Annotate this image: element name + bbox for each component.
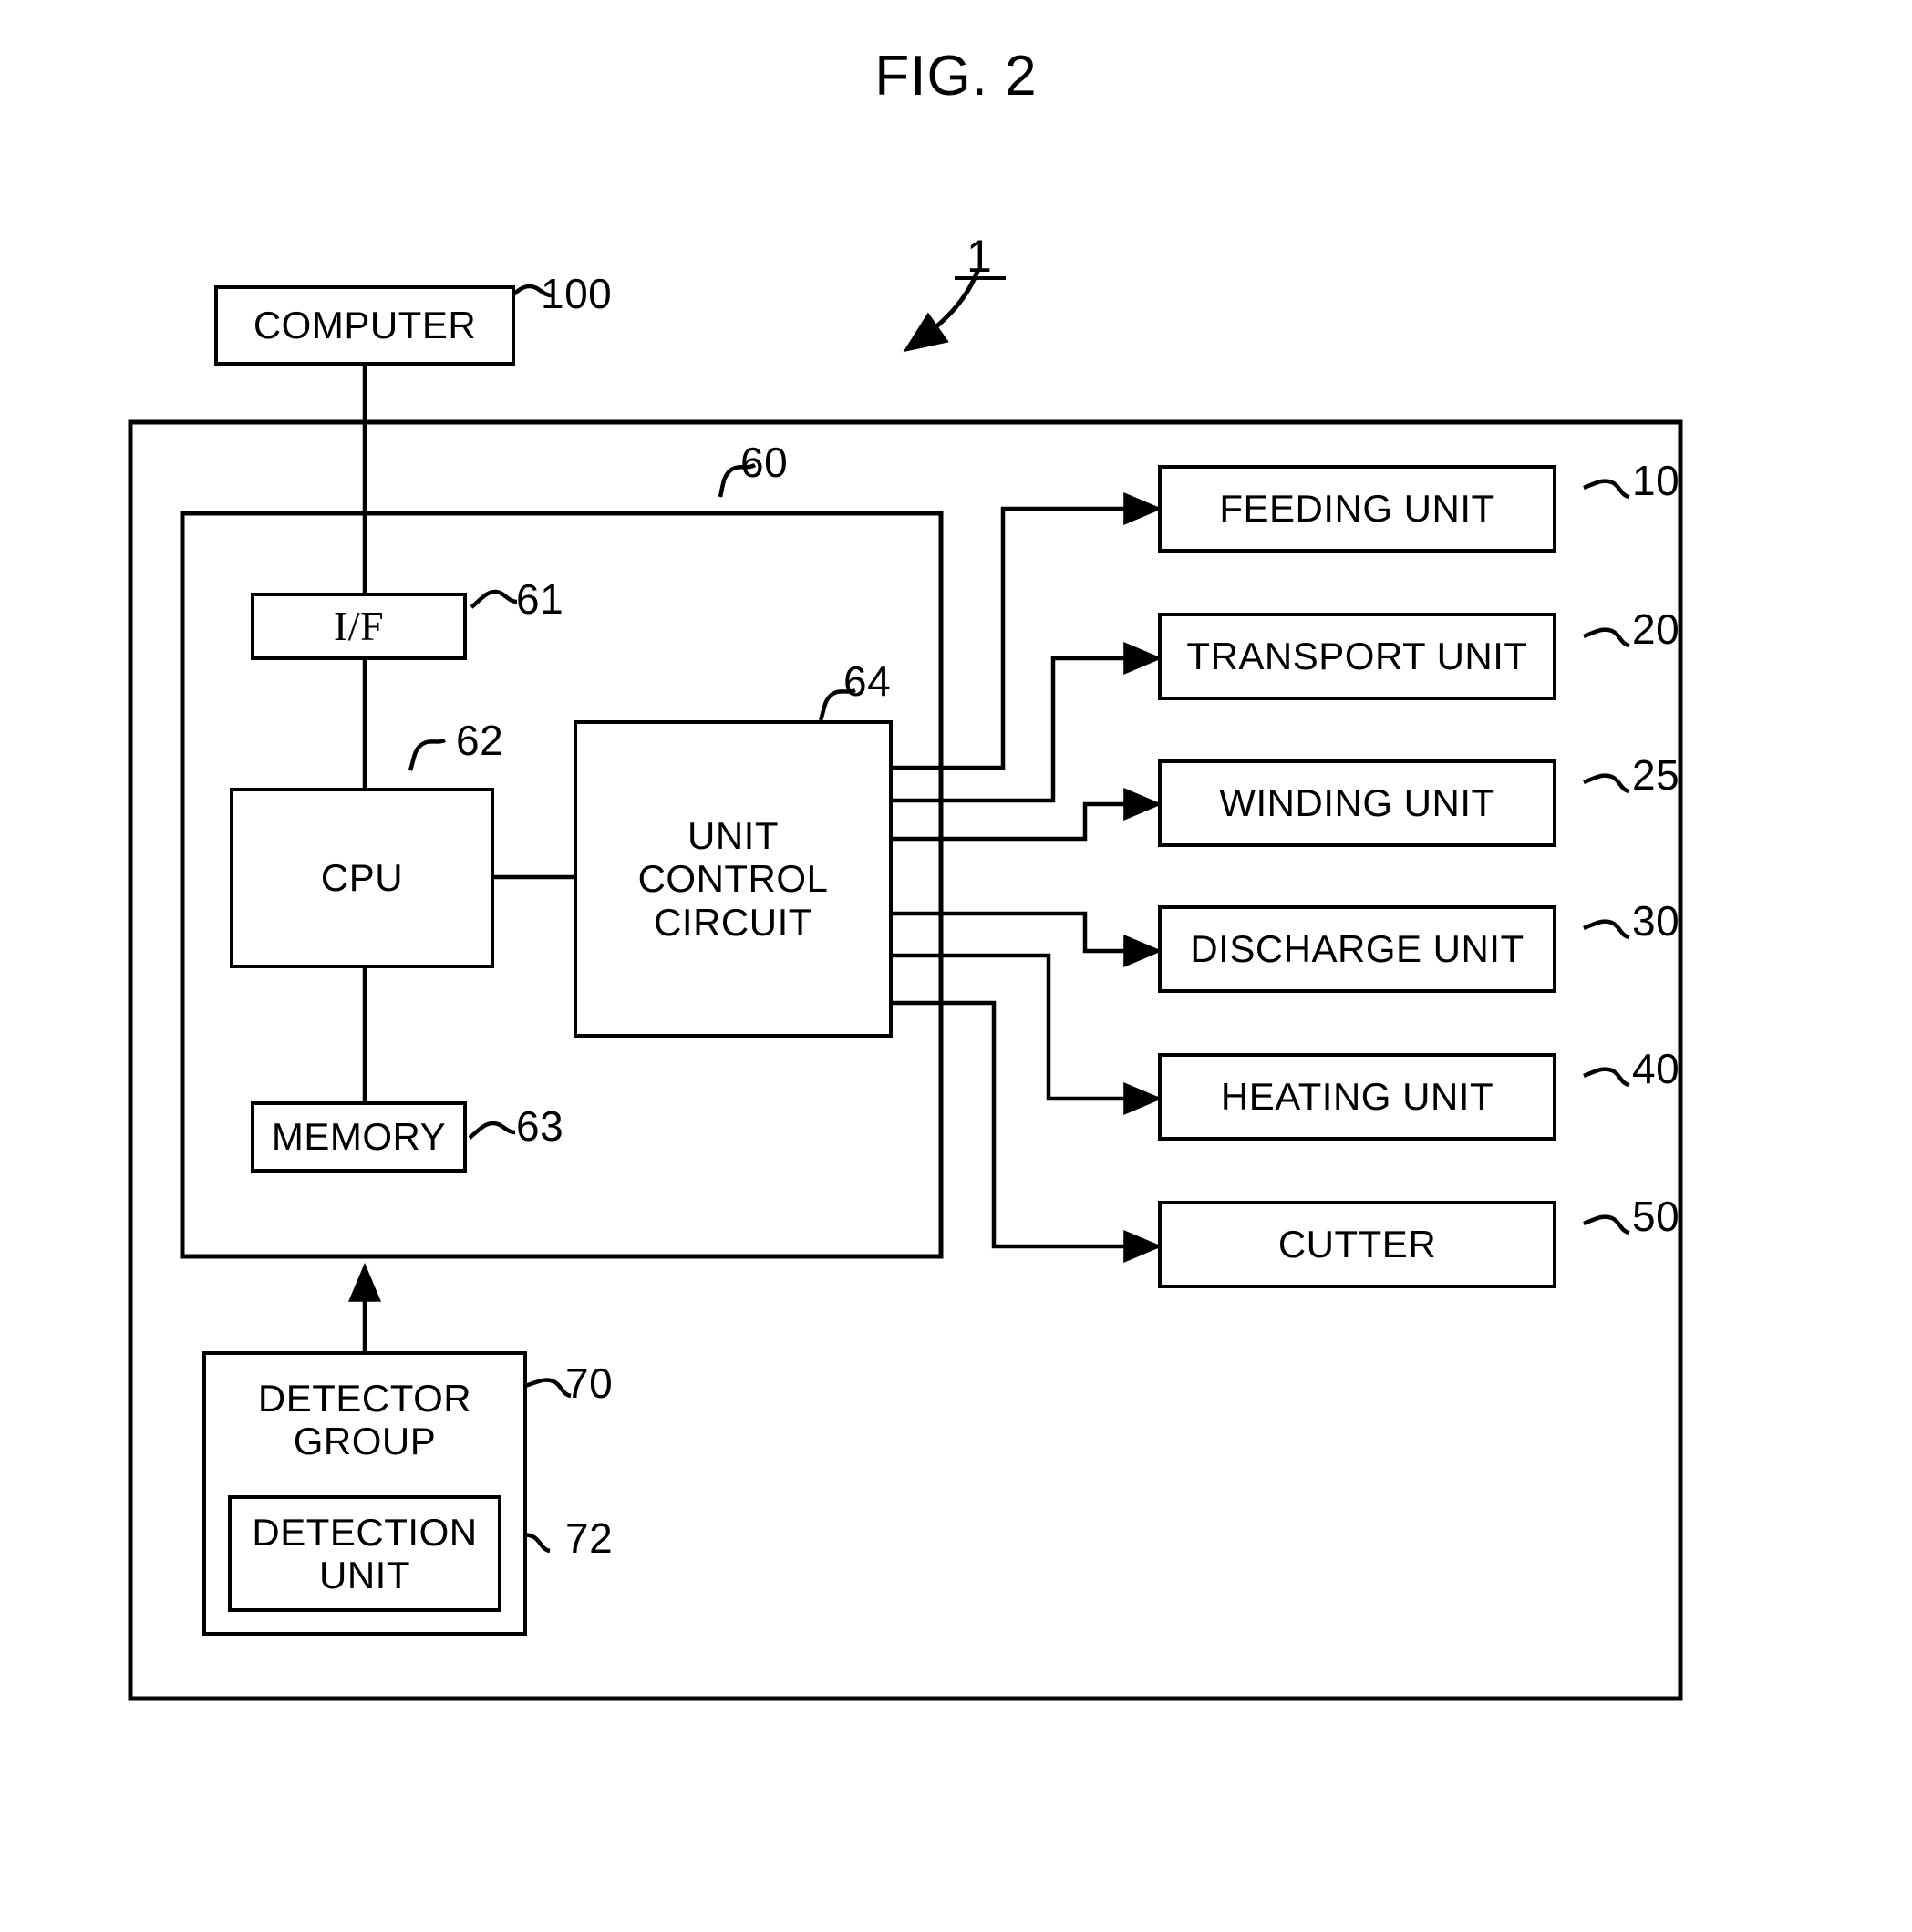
block-interface-label: I/F [333, 603, 385, 650]
ref-interface: 61 [516, 575, 564, 623]
ref-computer: 100 [541, 270, 613, 317]
ref-memory: 63 [516, 1102, 564, 1150]
unit-ref-5: 50 [1632, 1193, 1680, 1240]
block-unit-control-circuit-label: UNIT CONTROL CIRCUIT [637, 814, 829, 944]
unit-box-0: FEEDING UNIT [1158, 465, 1556, 553]
unit-label-5: CUTTER [1277, 1223, 1437, 1266]
unit-label-4: HEATING UNIT [1220, 1075, 1494, 1119]
unit-box-5: CUTTER [1158, 1201, 1556, 1288]
block-memory-label: MEMORY [271, 1115, 447, 1159]
ref-controller: 60 [740, 439, 789, 486]
block-detector-group-label: DETECTOR GROUP [257, 1377, 472, 1463]
ref-system: 1 [966, 231, 992, 282]
unit-ref-4: 40 [1632, 1045, 1680, 1092]
unit-ref-3: 30 [1632, 897, 1680, 945]
ref-cpu: 62 [456, 717, 504, 764]
unit-label-2: WINDING UNIT [1219, 781, 1495, 825]
unit-box-1: TRANSPORT UNIT [1158, 613, 1556, 700]
unit-box-4: HEATING UNIT [1158, 1053, 1556, 1141]
block-computer-label: COMPUTER [253, 304, 477, 347]
unit-ref-2: 25 [1632, 751, 1680, 799]
unit-box-3: DISCHARGE UNIT [1158, 905, 1556, 993]
block-detection-unit: DETECTION UNIT [228, 1495, 501, 1612]
block-unit-control-circuit: UNIT CONTROL CIRCUIT [574, 720, 893, 1038]
unit-label-1: TRANSPORT UNIT [1186, 635, 1528, 678]
unit-ref-0: 10 [1632, 457, 1680, 504]
unit-label-3: DISCHARGE UNIT [1190, 927, 1524, 971]
ref-detection-unit: 72 [565, 1514, 614, 1562]
block-cpu: CPU [230, 788, 494, 968]
block-memory: MEMORY [251, 1101, 467, 1173]
ref-detector-group: 70 [565, 1359, 614, 1407]
block-interface: I/F [251, 593, 467, 660]
block-computer: COMPUTER [214, 285, 515, 366]
block-detection-unit-label: DETECTION UNIT [252, 1510, 478, 1596]
block-cpu-label: CPU [320, 856, 404, 900]
unit-ref-1: 20 [1632, 605, 1680, 653]
unit-label-0: FEEDING UNIT [1219, 487, 1495, 531]
unit-box-2: WINDING UNIT [1158, 759, 1556, 847]
ref-unit-control-circuit: 64 [843, 657, 892, 705]
